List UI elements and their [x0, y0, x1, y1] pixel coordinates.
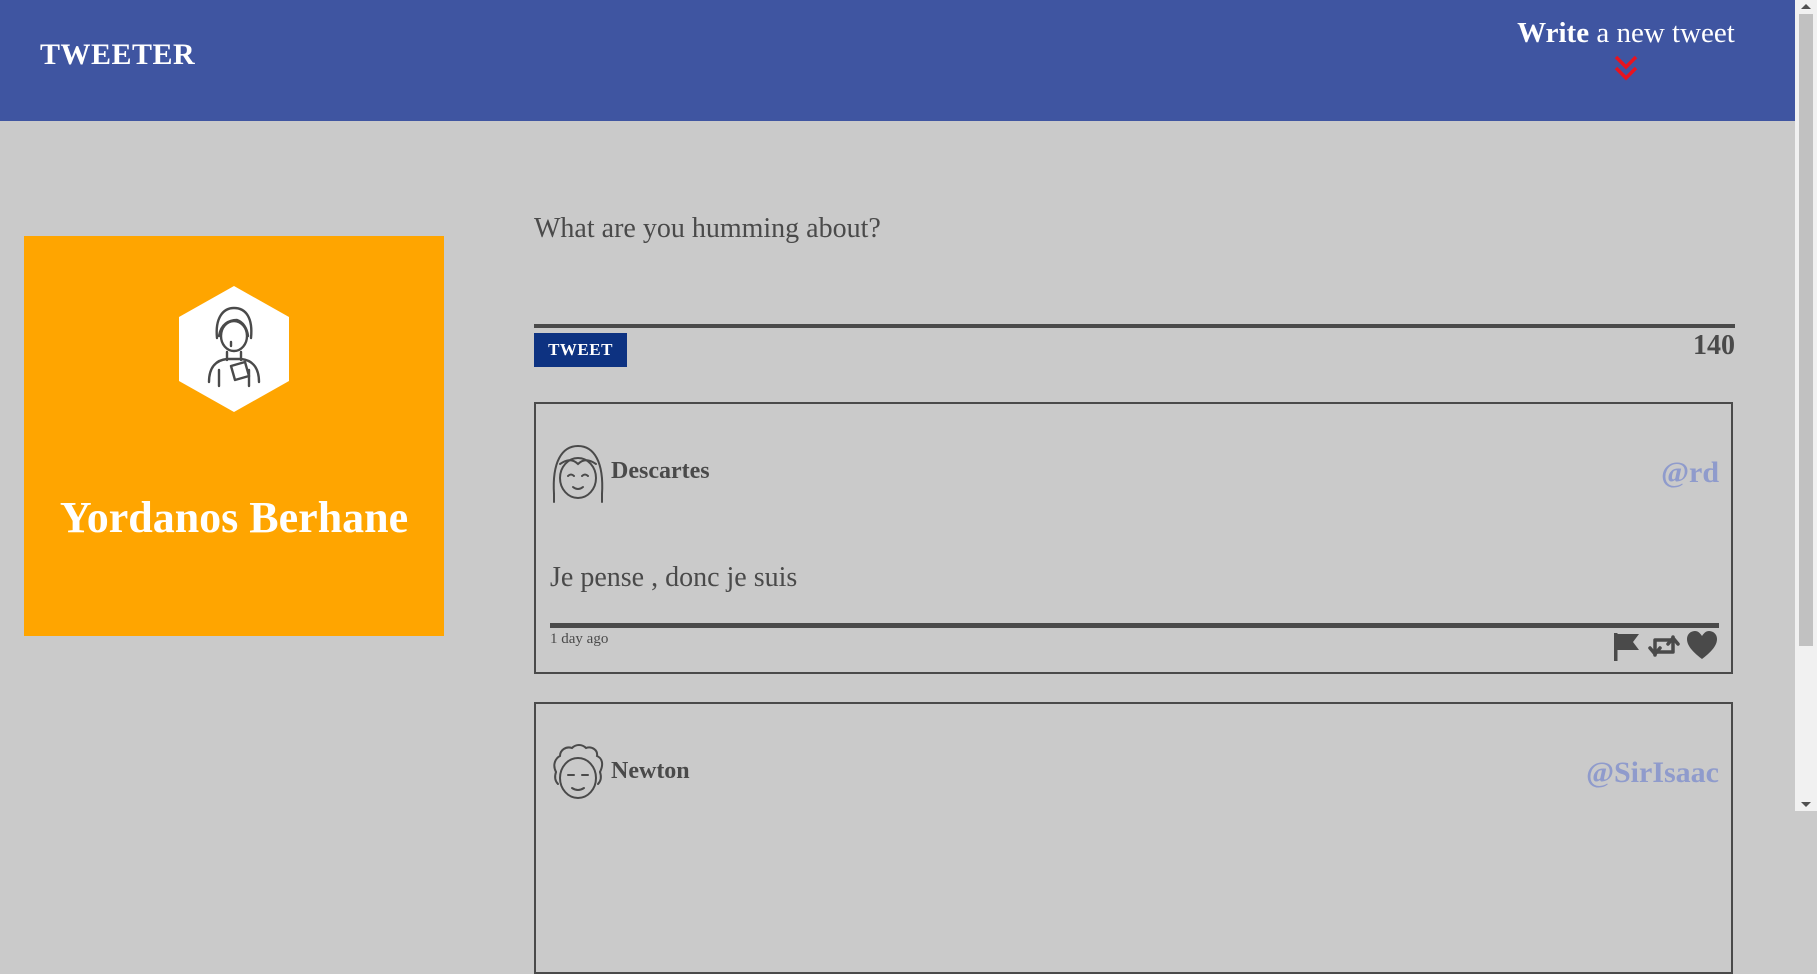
write-tweet-toggle[interactable]: Write a new tweet	[1510, 12, 1742, 84]
tweet-handle[interactable]: @rd	[1661, 456, 1719, 490]
retweet-icon[interactable]	[1647, 629, 1681, 663]
profile-card: Yordanos Berhane	[24, 236, 444, 636]
tweet-card: Descartes @rd Je pense , donc je suis 1 …	[534, 402, 1733, 674]
tweet-author: Descartes	[611, 458, 710, 484]
write-tweet-label-rest: a new tweet	[1589, 17, 1735, 49]
composer-divider	[534, 324, 1735, 328]
tweet-card: Newton @SirIsaac	[534, 702, 1733, 974]
brand-logo[interactable]: TWEETER	[40, 38, 195, 72]
heart-icon[interactable]	[1685, 629, 1719, 663]
tweet-timestamp: 1 day ago	[550, 631, 609, 647]
top-nav: TWEETER Write a new tweet	[0, 0, 1795, 121]
user-avatar-icon	[179, 286, 289, 412]
scrollbar-thumb[interactable]	[1799, 14, 1813, 646]
avatar-icon	[552, 444, 604, 503]
tweet-author: Newton	[611, 758, 690, 784]
tweet-input[interactable]	[534, 200, 1735, 320]
write-tweet-label: Write a new tweet	[1510, 12, 1742, 54]
page-scrollbar[interactable]	[1795, 0, 1817, 811]
tweet-composer: TWEET 140	[534, 200, 1735, 367]
tweet-handle[interactable]: @SirIsaac	[1586, 756, 1719, 790]
tweet-button[interactable]: TWEET	[534, 333, 627, 367]
flag-icon[interactable]	[1609, 629, 1643, 663]
double-chevron-down-icon[interactable]	[1613, 54, 1639, 84]
scroll-up-arrow-icon[interactable]	[1801, 4, 1811, 9]
tweet-actions	[1609, 629, 1719, 663]
profile-name: Yordanos Berhane	[59, 493, 409, 542]
char-counter: 140	[1693, 330, 1735, 361]
write-tweet-label-strong: Write	[1517, 17, 1590, 49]
scroll-down-arrow-icon[interactable]	[1801, 802, 1811, 807]
avatar-icon	[553, 744, 604, 799]
tweet-text: Je pense , donc je suis	[550, 562, 798, 593]
tweet-divider	[550, 623, 1719, 628]
